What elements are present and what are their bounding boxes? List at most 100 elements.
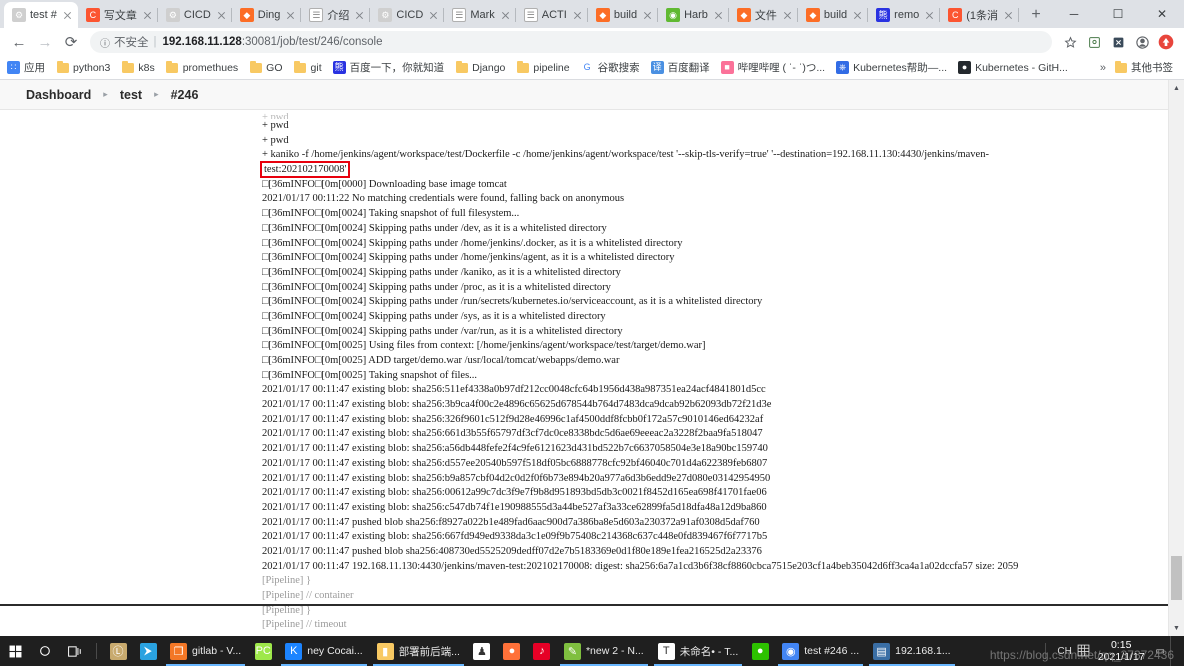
windows-taskbar: Ⓛ ⮞ ❐ gitlab - V... PC Kney Cocai... ▮ 部署前后端...…: [0, 636, 1184, 666]
breadcrumb-build[interactable]: #246: [171, 88, 199, 102]
tab-close-icon[interactable]: [781, 9, 794, 22]
tab-close-icon[interactable]: [499, 9, 512, 22]
console-line: 2021/01/17 00:11:47 existing blob: sha25…: [262, 501, 767, 513]
scroll-down-arrow[interactable]: ▼: [1169, 620, 1184, 636]
profile-icon[interactable]: [1130, 30, 1154, 54]
tab-close-icon[interactable]: [571, 9, 584, 22]
tab-close-icon[interactable]: [284, 9, 297, 22]
tab-close-icon[interactable]: [61, 9, 74, 22]
browser-tab-10[interactable]: ◆ 文件: [729, 2, 798, 28]
update-icon[interactable]: [1154, 30, 1178, 54]
browser-tab-7[interactable]: ☰ ACTI: [516, 2, 588, 28]
bookmark-13[interactable]: ● Kubernetes - GitH...: [958, 61, 1068, 74]
gitlab-icon: ◆: [595, 8, 610, 22]
bookmark-6[interactable]: 熊百度一下，你就知道: [332, 60, 444, 75]
minimize-button[interactable]: ─: [1052, 0, 1096, 28]
show-desktop-button[interactable]: [1170, 636, 1178, 666]
search-button[interactable]: [30, 636, 60, 666]
console-line: 2021/01/17 00:11:47 existing blob: sha25…: [262, 487, 767, 499]
ime-keyboard-icon[interactable]: [1077, 644, 1092, 659]
bookmark-label: 应用: [24, 62, 45, 74]
tab-close-icon[interactable]: [641, 9, 654, 22]
bookmark-0[interactable]: ∷ 应用: [7, 60, 45, 75]
taskbar-item-7[interactable]: ●: [497, 636, 527, 666]
taskbar-item-5[interactable]: ▮ 部署前后端...: [370, 636, 467, 666]
taskbar-item-4[interactable]: Kney Cocai...: [278, 636, 369, 666]
bookmark-1[interactable]: python3: [56, 60, 110, 74]
bookmark-2[interactable]: k8s: [121, 60, 155, 74]
close-window-button[interactable]: ✕: [1140, 0, 1184, 28]
taskbar-item-2[interactable]: ❐ gitlab - V...: [163, 636, 248, 666]
tab-close-icon[interactable]: [851, 9, 864, 22]
tab-close-icon[interactable]: [712, 9, 725, 22]
taskbar-item-8[interactable]: ♪: [527, 636, 557, 666]
notification-center-icon[interactable]: ▭: [1156, 646, 1165, 657]
tab-close-icon[interactable]: [923, 9, 936, 22]
tab-close-icon[interactable]: [353, 9, 366, 22]
browser-tab-0[interactable]: ⚙ test #: [4, 2, 78, 28]
console-line: 2021/01/17 00:11:47 192.168.11.130:4430/…: [262, 560, 1019, 572]
task-view-button[interactable]: [60, 636, 90, 666]
back-button[interactable]: ←: [6, 29, 32, 55]
taskbar-item-6[interactable]: ♟: [467, 636, 497, 666]
console-line: [Pipeline] // container: [262, 590, 354, 601]
browser-tab-4[interactable]: ☰ 介绍: [301, 2, 371, 28]
bookmark-5[interactable]: git: [294, 60, 322, 74]
bookmark-8[interactable]: pipeline: [516, 60, 570, 74]
console-line: □[36mINFO□[0m[0025] Taking snapshot of f…: [262, 369, 478, 381]
taskbar-item-label: ney Cocai...: [307, 645, 363, 657]
reload-button[interactable]: ⟳: [58, 29, 84, 55]
clock[interactable]: 0:15 2021/1/17: [1098, 639, 1145, 663]
tab-close-icon[interactable]: [215, 9, 228, 22]
new-tab-button[interactable]: +: [1023, 2, 1049, 28]
vertical-scrollbar[interactable]: ▲ ▼: [1168, 80, 1184, 636]
console-output-area[interactable]: + pwd + pwd + pwd + kaniko -f /home/jenkins…: [0, 111, 1184, 636]
browser-tab-2[interactable]: ⚙ CICD: [158, 2, 232, 28]
breadcrumb-dashboard[interactable]: Dashboard: [26, 88, 91, 102]
taskbar-item-9[interactable]: ✎ *new 2 - N...: [557, 636, 651, 666]
ime-indicator[interactable]: CH: [1057, 646, 1071, 657]
bookmark-10[interactable]: 译百度翻译: [650, 60, 710, 75]
maximize-button[interactable]: ☐: [1096, 0, 1140, 28]
bookmarks-overflow-button[interactable]: »: [1100, 62, 1106, 74]
bookmark-label: 哔哩哔哩 ( ˈ- ˈ)つ...: [737, 62, 826, 74]
taskbar-item-12[interactable]: ◉ test #246 ...: [775, 636, 866, 666]
forward-button[interactable]: →: [32, 29, 58, 55]
firefox-icon: ●: [503, 642, 521, 660]
url-path: :30081/job/test/246/console: [241, 36, 383, 48]
taskbar-item-0[interactable]: Ⓛ: [103, 636, 133, 666]
browser-tab-9[interactable]: ◉ Harb: [658, 2, 729, 28]
browser-tab-1[interactable]: C 写文章: [78, 2, 158, 28]
extension-icon[interactable]: [1082, 30, 1106, 54]
tab-close-icon[interactable]: [1002, 9, 1015, 22]
taskbar-item-1[interactable]: ⮞: [133, 636, 163, 666]
taskbar-item-11[interactable]: ●: [745, 636, 775, 666]
bookmark-4[interactable]: GO: [249, 60, 283, 74]
browser-tab-3[interactable]: ◆ Ding: [232, 2, 302, 28]
scrollbar-thumb[interactable]: [1171, 556, 1182, 600]
browser-tab-5[interactable]: ⚙ CICD: [370, 2, 445, 28]
address-bar[interactable]: ⓘ 不安全 | 192.168.11.128:30081/job/test/24…: [90, 31, 1052, 53]
bookmark-7[interactable]: Django: [455, 60, 505, 74]
other-bookmarks-folder[interactable]: 其他书签: [1114, 60, 1173, 75]
bookmark-9[interactable]: G 谷歌搜索: [581, 60, 640, 75]
browser-tab-13[interactable]: C (1条消: [940, 2, 1019, 28]
browser-tab-8[interactable]: ◆ build: [588, 2, 659, 28]
bookmark-3[interactable]: promethues: [166, 60, 238, 74]
browser-tab-11[interactable]: ◆ build: [798, 2, 869, 28]
breadcrumb-job[interactable]: test: [120, 88, 142, 102]
tab-close-icon[interactable]: [141, 9, 154, 22]
browser-tab-6[interactable]: ☰ Mark: [444, 2, 517, 28]
taskbar-item-13[interactable]: ▤ 192.168.1...: [866, 636, 957, 666]
extension2-icon[interactable]: [1106, 30, 1130, 54]
bookmark-star-icon[interactable]: [1058, 30, 1082, 54]
tab-close-icon[interactable]: [427, 9, 440, 22]
taskbar-item-10[interactable]: T 未命名• - T...: [651, 636, 746, 666]
bookmark-label: GO: [266, 61, 283, 74]
start-button[interactable]: [0, 636, 30, 666]
scroll-up-arrow[interactable]: ▲: [1169, 80, 1184, 96]
taskbar-item-3[interactable]: PC: [248, 636, 278, 666]
bookmark-11[interactable]: ■ 哔哩哔哩 ( ˈ- ˈ)つ...: [720, 60, 826, 75]
bookmark-12[interactable]: ⎈ Kubernetes帮助—...: [836, 60, 947, 75]
browser-tab-12[interactable]: 熊 remo: [868, 2, 941, 28]
